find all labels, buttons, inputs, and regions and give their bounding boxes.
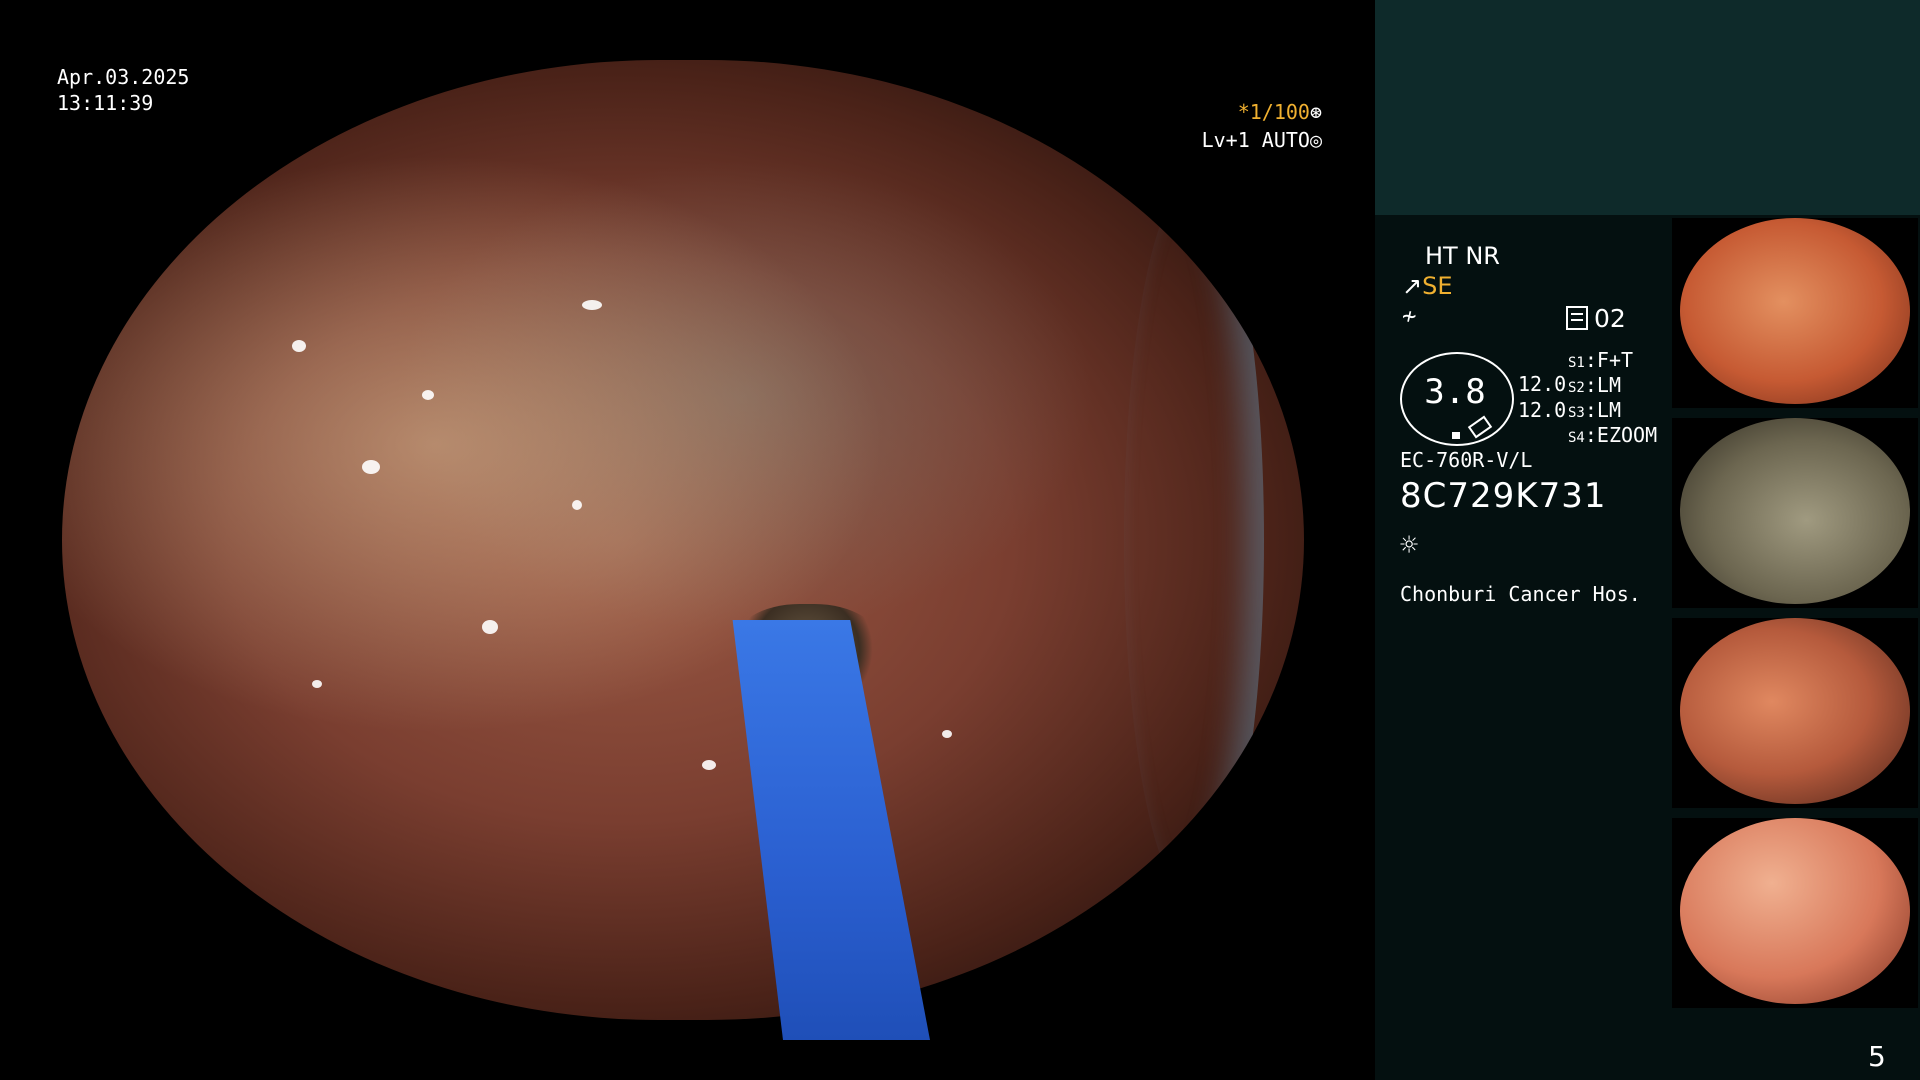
reflection-speck — [942, 730, 952, 738]
scope-model: EC-760R-V/L — [1400, 448, 1533, 472]
freeze-icon: ≁ — [1402, 302, 1417, 330]
thumbnail[interactable] — [1672, 218, 1918, 408]
endoscope-image — [62, 60, 1304, 1020]
reflection-speck — [702, 760, 716, 770]
thumbnail[interactable] — [1672, 818, 1918, 1008]
thumbnail[interactable] — [1672, 618, 1918, 808]
setting-value: LM — [1596, 373, 1621, 397]
hospital-name: Chonburi Cancer Hos. — [1400, 582, 1641, 606]
reflection-speck — [242, 160, 252, 170]
right-panel-top — [1375, 0, 1920, 215]
endoscope-main-view — [62, 60, 1304, 1020]
memo-count: 02 — [1594, 304, 1626, 333]
thumbnail[interactable] — [1672, 418, 1918, 608]
reflection-speck — [572, 500, 582, 510]
thumbnail-image — [1680, 618, 1910, 804]
thumbnail-image — [1680, 818, 1910, 1004]
setting-key: S2 — [1568, 380, 1585, 396]
setting-value: LM — [1596, 398, 1621, 422]
thumbnail-image — [1680, 218, 1910, 404]
setting-s4: S4:EZOOM — [1568, 423, 1658, 447]
setting-value: EZOOM — [1596, 423, 1658, 447]
se-label: SE — [1422, 272, 1453, 300]
ht-nr-label: HT NR — [1425, 242, 1500, 270]
reflection-speck — [362, 460, 380, 474]
setting-s3: S3:LM — [1568, 398, 1621, 422]
memo-icon — [1566, 306, 1588, 330]
scope-serial: 8C729K731 — [1400, 476, 1607, 516]
time-text: 13:11:39 — [57, 91, 154, 115]
value-1: 12.0 — [1518, 372, 1567, 396]
setting-key: S4 — [1568, 430, 1585, 446]
level-readout: Lv+1 AUTO◎ — [1196, 128, 1322, 152]
reflection-speck — [422, 390, 434, 400]
setting-key: S3 — [1568, 405, 1585, 421]
auto-iris-icon: ◎ — [1309, 128, 1322, 152]
page-number: 5 — [1868, 1040, 1886, 1073]
shutter-readout: *1/100⊛ — [1196, 100, 1322, 124]
structure-enhance-icon: ↗ — [1402, 272, 1423, 300]
setting-value: F+T — [1596, 348, 1634, 372]
image-edge-glow — [1124, 180, 1264, 900]
aperture-icon: ⊛ — [1309, 100, 1322, 124]
reflection-speck — [292, 340, 306, 352]
gauge-value: 3.8 — [1424, 372, 1486, 412]
reflection-speck — [312, 680, 322, 688]
reflection-speck — [582, 300, 602, 310]
level-text: Lv+1 AUTO — [1201, 128, 1310, 152]
reflection-speck — [482, 620, 498, 634]
setting-s2: S2:LM — [1568, 373, 1621, 397]
se-indicator: ↗SE — [1402, 272, 1453, 300]
shutter-value: *1/100 — [1237, 100, 1310, 124]
value-2: 12.0 — [1518, 398, 1567, 422]
thumbnail-image — [1680, 418, 1910, 604]
gauge-marker — [1452, 432, 1460, 439]
setting-key: S1 — [1568, 355, 1585, 371]
date-time-readout: Apr.03.2025 13:11:39 — [57, 64, 189, 116]
date-text: Apr.03.2025 — [57, 65, 190, 89]
sun-icon: ☼ — [1400, 528, 1419, 563]
setting-s1: S1:F+T — [1568, 348, 1634, 372]
